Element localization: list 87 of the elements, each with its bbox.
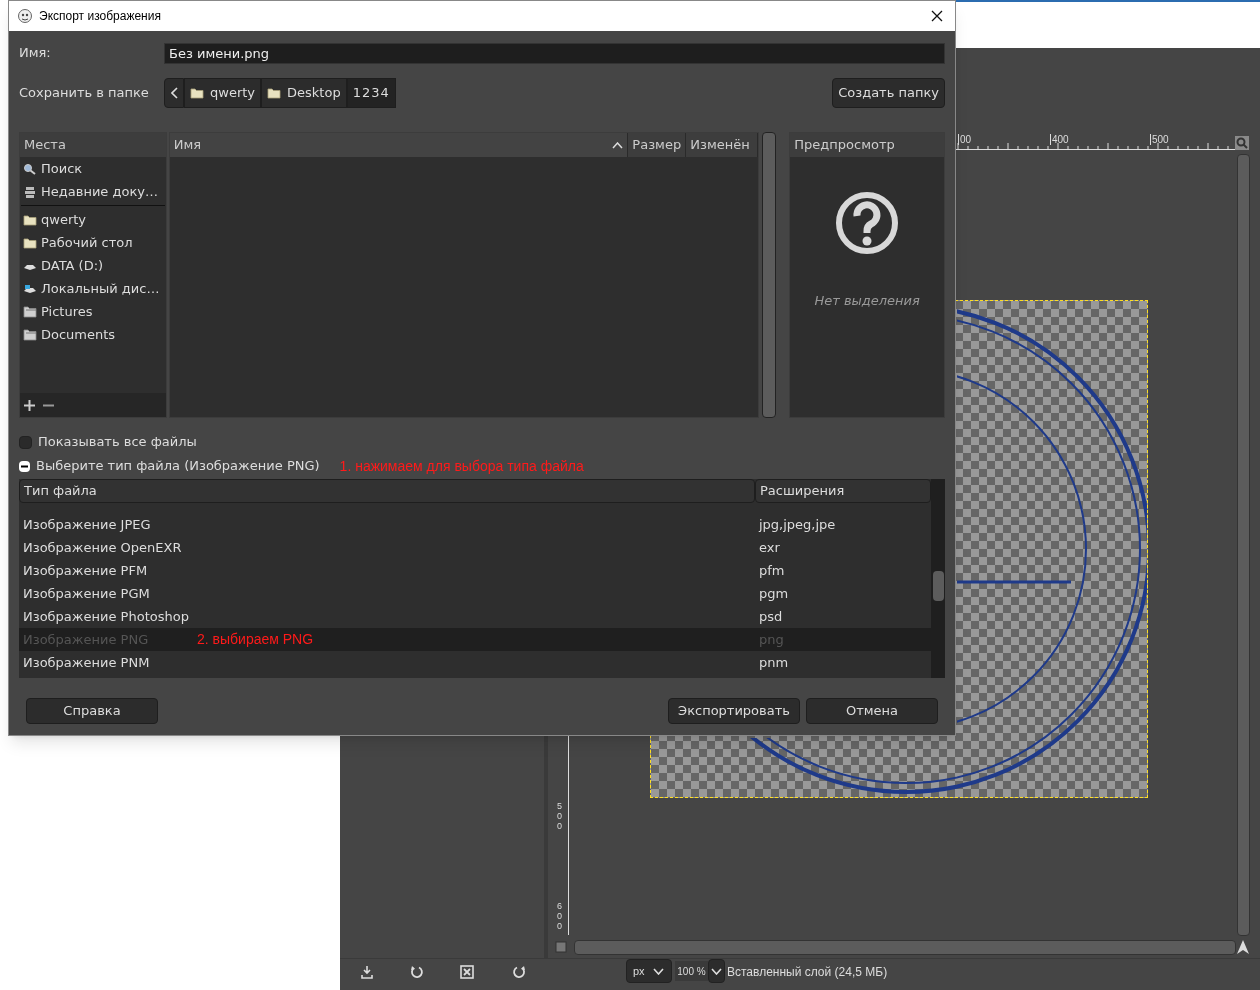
zoom-icon[interactable] [1235,136,1249,150]
breadcrumb-button[interactable]: qwerty [184,78,262,108]
create-folder-button[interactable]: Создать папку [832,78,945,108]
table-cell-text: pfm [758,561,786,580]
unit-dropdown[interactable]: px [626,959,672,983]
vertical-scrollbar[interactable] [1237,154,1250,936]
caret-icon [652,967,664,975]
folder-icon [23,213,37,226]
status-text: Вставленный слой (24,5 МБ) [727,964,888,981]
table-cell-text: Изображение PGM [22,584,151,603]
ruler-label: 00 [958,134,972,145]
close-icon[interactable] [931,10,943,22]
expander-icon[interactable] [19,460,30,472]
remove-icon[interactable] [43,403,54,407]
place-item[interactable]: Недавние доку… [20,180,166,203]
table-cell-text: jpg,jpeg,jpe [757,515,837,534]
place-item[interactable]: Рабочий стол [20,231,166,254]
table-cell-text: Изображение PNM [22,653,151,672]
reset-icon[interactable] [410,965,424,979]
zoom-field[interactable]: 100 % [675,961,708,981]
drive-icon [23,282,37,295]
folder-icon [190,87,204,99]
annotation-text: 1. нажимаем для выбора типа файла [339,456,584,476]
file-type-row[interactable]: Изображение OpenEXR exr [19,536,931,559]
folder-icon [23,236,37,249]
ruler-label: 600 [557,902,563,932]
file-type-row[interactable]: Изображение JPEG jpg,jpeg,jpe [19,513,931,536]
file-type-row[interactable]: Изображение PGM pgm [19,582,931,605]
ruler-label: 400 [1050,134,1069,145]
table-cell-text: Изображение PFM [22,561,149,580]
place-item[interactable]: qwerty [20,208,166,231]
delete-icon[interactable] [460,965,474,979]
file-type-expander[interactable]: Выберите тип файла (Изображение PNG) [36,456,320,476]
folder-icon [23,305,37,318]
column-header[interactable]: Места [20,133,166,157]
show-all-checkbox[interactable] [19,435,32,449]
dialog-title: Экспорт изображения [39,8,162,25]
table-cell-text: Изображение Photoshop [22,607,190,626]
restore-icon[interactable] [512,965,526,979]
export-icon[interactable] [361,965,373,979]
back-button[interactable] [164,78,184,108]
table-cell-text: Изображение OpenEXR [22,538,183,557]
file-type-row[interactable]: Изображение Photoshop psd [19,605,931,628]
place-item[interactable]: Pictures [20,300,166,323]
place-item[interactable]: Локальный дис… [20,277,166,300]
document-stack-icon [23,185,37,198]
add-icon[interactable] [24,399,35,411]
file-list-scrollbar[interactable] [762,132,777,418]
preview-header: Предпросмотр [790,133,944,157]
column-header[interactable]: Тип файла [19,479,755,503]
column-header[interactable]: Имя [169,133,629,157]
column-header[interactable]: Расширения [755,479,931,503]
cancel-button[interactable]: Отмена [806,698,938,724]
table-cell-text: pnm [758,653,790,672]
file-type-row[interactable]: Изображение PFM pfm [19,559,931,582]
name-label: Имя: [19,44,52,63]
table-cell-text: Изображение JPEG [22,515,152,534]
save-in-folder-label: Сохранить в папке [19,84,150,103]
place-item[interactable]: Documents [20,323,166,346]
place-item[interactable]: DATA (D:) [20,254,166,277]
ruler-label: 500 [1150,134,1169,145]
filename-field[interactable]: Без имени.png [164,42,945,64]
search-icon [23,162,37,175]
caret-icon [711,967,722,975]
toggle-icon[interactable] [555,941,567,953]
table-cell-text: exr [758,538,781,557]
file-type-row[interactable]: Изображение PNM pnm [19,651,931,674]
question-icon [835,191,900,255]
breadcrumb-button[interactable]: Desktop [261,78,347,108]
annotation-text: 2. выбираем PNG [197,630,314,649]
folder-icon [23,328,37,341]
place-item[interactable]: Поиск [20,157,166,180]
help-button[interactable]: Справка [26,698,158,724]
no-selection-text: Нет выделения [814,292,920,310]
export-button[interactable]: Экспортировать [668,698,800,724]
horizontal-scrollbar[interactable] [574,940,1236,955]
breadcrumb-button[interactable]: 1234 [346,78,396,108]
scrollbar-thumb[interactable] [933,571,944,601]
show-all-label: Показывать все файлы [38,433,197,452]
table-cell-text: pgm [758,584,790,603]
folder-icon [267,87,282,99]
file-type-scrollbar[interactable] [931,479,945,678]
sort-caret-icon [612,141,624,149]
chevron-left-icon [170,87,178,99]
ruler-label: 500 [557,802,563,832]
table-cell-text: psd [758,607,784,626]
zoom-dropdown-button[interactable] [708,959,725,983]
